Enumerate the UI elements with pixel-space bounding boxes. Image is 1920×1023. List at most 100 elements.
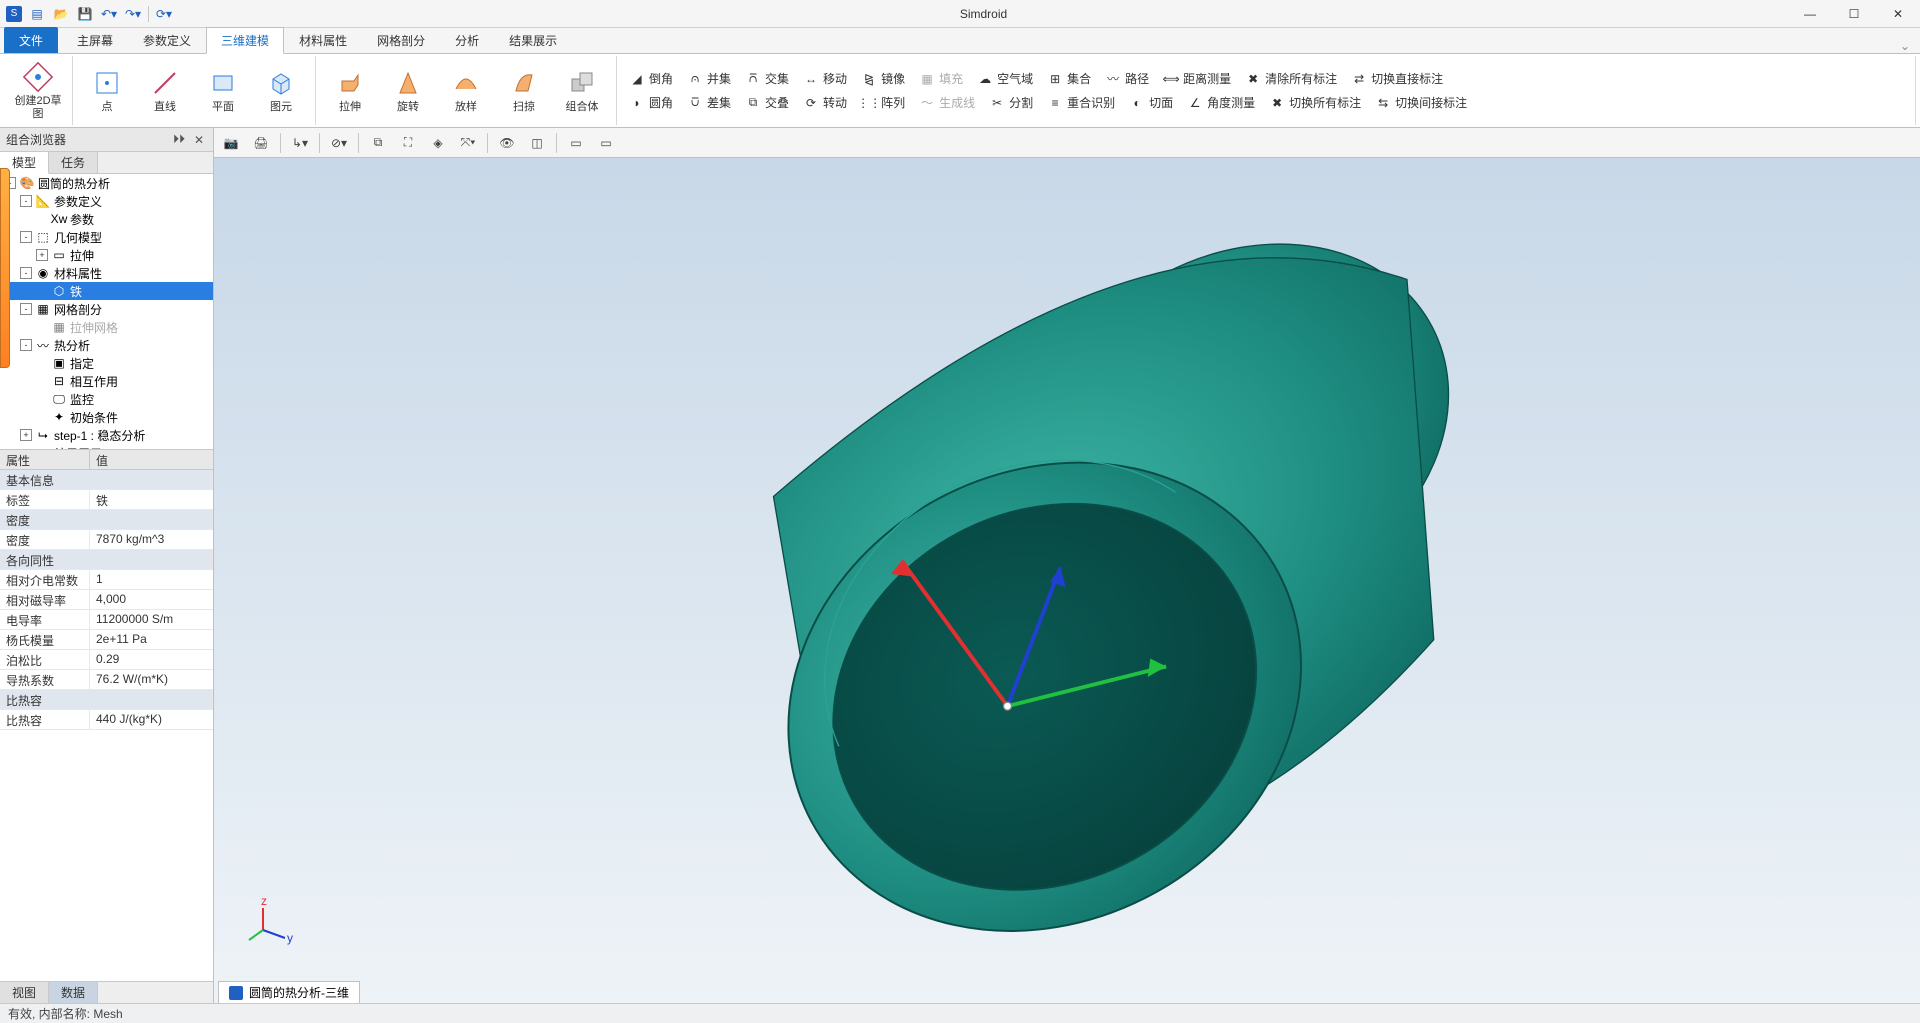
tab-home[interactable]: 主屏幕 [62,27,128,53]
ribbon-r1-0[interactable]: ◢倒角 [623,68,679,90]
ribbon-r1-1[interactable]: ⩀并集 [681,68,737,90]
point-button[interactable]: 点 [79,58,135,124]
axis-dropdown-icon[interactable]: ↳▾ [289,132,311,154]
ribbon-r2-4[interactable]: ⋮⋮阵列 [855,92,911,114]
tab-material[interactable]: 材料属性 [284,27,362,53]
viewport[interactable]: z y x 圆筒的热分析-三维 [214,158,1920,1003]
ribbon-collapse-icon[interactable]: ⌄ [1890,39,1920,53]
ribbon-r2-6[interactable]: ✂分割 [983,92,1039,114]
tree-toggle-icon[interactable]: - [20,231,32,243]
tree-node-assign[interactable]: ▣指定 [0,354,213,372]
close-button[interactable]: ✕ [1876,0,1920,28]
tree-toggle-icon[interactable]: - [20,303,32,315]
tab-3dmodel[interactable]: 三维建模 [206,27,284,54]
minimize-button[interactable]: — [1788,0,1832,28]
extrude-button[interactable]: 拉伸 [322,58,378,124]
ribbon-r1-9[interactable]: ⟺距离测量 [1157,68,1237,90]
ribbon-r2-9[interactable]: ∠角度测量 [1181,92,1261,114]
zoom-select-icon[interactable]: ◈ [427,132,449,154]
prop-row[interactable]: 导热系数76.2 W/(m*K) [0,670,213,690]
property-grid[interactable]: 基本信息标签铁密度密度7870 kg/m^3各向同性相对介电常数1相对磁导率4,… [0,470,213,981]
bottom-tab-view[interactable]: 视图 [0,982,49,1003]
ribbon-r1-11[interactable]: ⇄切换直接标注 [1345,68,1449,90]
panel-collapse-icon[interactable]: ⏵⏵ [171,132,187,148]
ribbon-r1-8[interactable]: 〰路径 [1099,68,1155,90]
ribbon-r2-3[interactable]: ⟳转动 [797,92,853,114]
tree-node-inter[interactable]: ⊟相互作用 [0,372,213,390]
prop-row[interactable]: 相对介电常数1 [0,570,213,590]
prop-row[interactable]: 密度7870 kg/m^3 [0,530,213,550]
tree-node-mat[interactable]: -◉材料属性 [0,264,213,282]
tree-node-geom[interactable]: -⬚几何模型 [0,228,213,246]
tree-node-ext[interactable]: +▭拉伸 [0,246,213,264]
primitive-button[interactable]: 图元 [253,58,309,124]
prop-row[interactable]: 电导率11200000 S/m [0,610,213,630]
panel-close-icon[interactable]: ✕ [191,132,207,148]
tab-results[interactable]: 结果展示 [494,27,572,53]
visibility-icon[interactable]: 👁 [496,132,518,154]
prop-row[interactable]: 标签铁 [0,490,213,510]
tree-node-step[interactable]: +⮡step-1 : 稳态分析 [0,426,213,444]
tab-mesh[interactable]: 网格剖分 [362,27,440,53]
bottom-tab-data[interactable]: 数据 [49,982,98,1003]
tree-node-root[interactable]: -🎨圆筒的热分析 [0,174,213,192]
prop-row[interactable]: 比热容440 J/(kg*K) [0,710,213,730]
new-icon[interactable]: ▤ [28,5,46,23]
zoom-fit-icon[interactable]: ⛶ [397,132,419,154]
forbid-icon[interactable]: ⊘▾ [328,132,350,154]
sweep-button[interactable]: 扫掠 [496,58,552,124]
ribbon-r2-10[interactable]: ✖切换所有标注 [1263,92,1367,114]
save-icon[interactable]: 💾 [76,5,94,23]
tree-toggle-icon[interactable]: - [20,195,32,207]
undo-icon[interactable]: ↶▾ [100,5,118,23]
ribbon-r2-8[interactable]: ◐切面 [1123,92,1179,114]
left-rail-handle[interactable] [0,168,10,368]
scene-3d[interactable] [214,158,1920,1003]
ribbon-r2-7[interactable]: ≡重合识别 [1041,92,1121,114]
refresh-icon[interactable]: ⟳▾ [155,5,173,23]
section-icon[interactable]: ◫ [526,132,548,154]
prop-row[interactable]: 相对磁导率4,000 [0,590,213,610]
revolve-button[interactable]: 旋转 [380,58,436,124]
tree-node-init[interactable]: ✦初始条件 [0,408,213,426]
ribbon-r2-1[interactable]: ⩂差集 [681,92,737,114]
viewport-tab[interactable]: 圆筒的热分析-三维 [218,981,360,1003]
ribbon-r2-0[interactable]: ◗圆角 [623,92,679,114]
maximize-button[interactable]: ☐ [1832,0,1876,28]
ribbon-r2-2[interactable]: ⧉交叠 [739,92,795,114]
open-icon[interactable]: 📂 [52,5,70,23]
tree-node-iron[interactable]: ⬡铁 [0,282,213,300]
zoom-window-icon[interactable]: ⧉ [367,132,389,154]
ribbon-r1-4[interactable]: ⧎镜像 [855,68,911,90]
tree-toggle-icon[interactable]: + [20,429,32,441]
sketch2d-button[interactable]: 创建2D草图 [10,58,66,124]
plane-button[interactable]: 平面 [195,58,251,124]
tab-analysis[interactable]: 分析 [440,27,494,53]
tree-node-therm[interactable]: -〰热分析 [0,336,213,354]
loft-button[interactable]: 放样 [438,58,494,124]
box1-icon[interactable]: ▭ [565,132,587,154]
tree-node-param[interactable]: -📐参数定义 [0,192,213,210]
ribbon-r2-5[interactable]: 〜生成线 [913,92,981,114]
orient-dropdown-icon[interactable]: ⤧▾ [457,132,479,154]
prop-row[interactable]: 杨氏模量2e+11 Pa [0,630,213,650]
line-button[interactable]: 直线 [137,58,193,124]
tree-node-xw[interactable]: Xw参数 [0,210,213,228]
screenshot-icon[interactable]: 📷 [220,132,242,154]
tree-node-meshP[interactable]: ▦拉伸网格 [0,318,213,336]
print-icon[interactable]: 🖨 [250,132,272,154]
tree-toggle-icon[interactable]: + [36,249,48,261]
ribbon-r1-10[interactable]: ✖清除所有标注 [1239,68,1343,90]
model-tree[interactable]: -🎨圆筒的热分析-📐参数定义Xw参数-⬚几何模型+▭拉伸-◉材料属性⬡铁-▦网格… [0,174,213,450]
tree-node-mon[interactable]: 🖵监控 [0,390,213,408]
box2-icon[interactable]: ▭ [595,132,617,154]
redo-icon[interactable]: ↷▾ [124,5,142,23]
ribbon-r1-6[interactable]: ☁空气域 [971,68,1039,90]
tree-toggle-icon[interactable]: - [20,339,32,351]
ribbon-r2-11[interactable]: ⇆切换间接标注 [1369,92,1473,114]
prop-row[interactable]: 泊松比0.29 [0,650,213,670]
combine-button[interactable]: 组合体 [554,58,610,124]
tab-file[interactable]: 文件 [4,27,58,53]
ribbon-r1-5[interactable]: ▦填充 [913,68,969,90]
tree-toggle-icon[interactable]: - [20,267,32,279]
